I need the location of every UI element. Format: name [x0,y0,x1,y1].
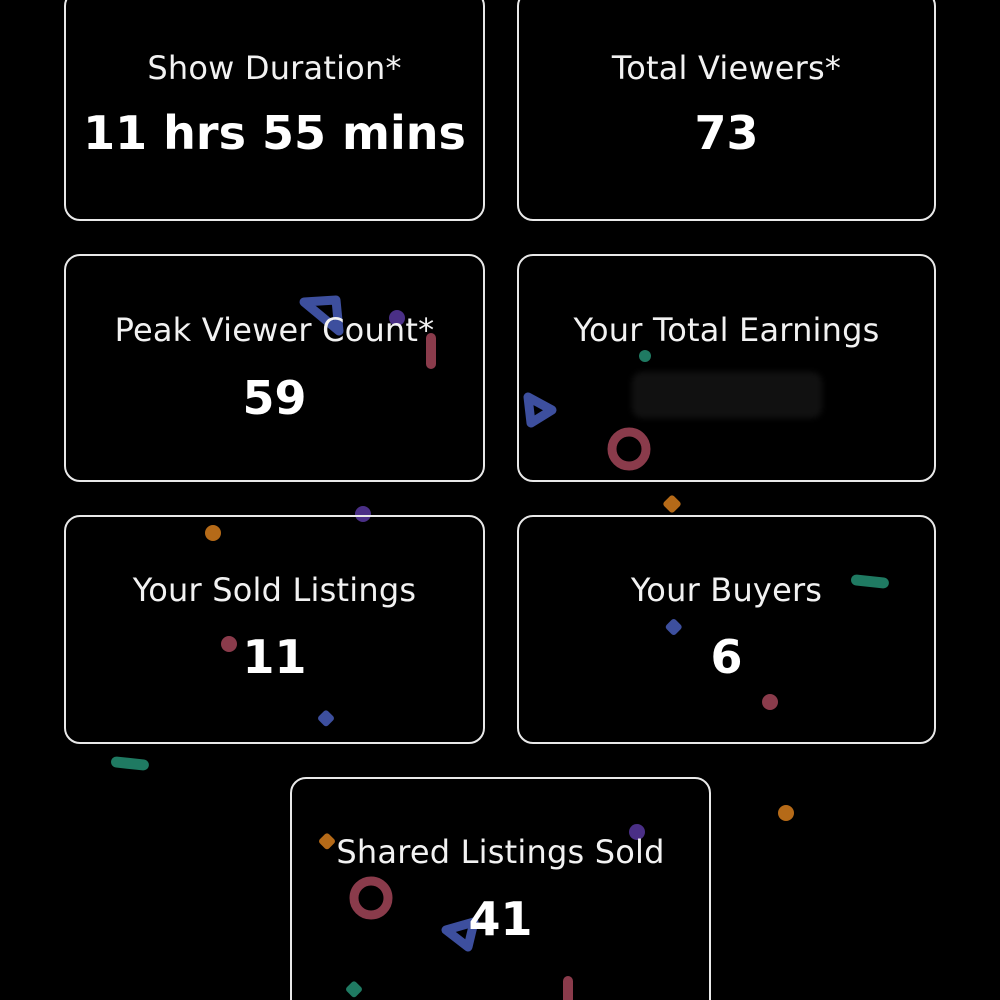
stat-label: Your Sold Listings [132,571,417,609]
stat-value: 41 [468,892,533,946]
stat-value: 11 [242,630,307,684]
stat-value: 6 [710,630,743,684]
stat-card-show-duration: Show Duration* 11 hrs 55 mins [64,0,485,221]
confetti-diamond [663,495,681,513]
stat-card-total-viewers: Total Viewers* 73 [517,0,936,221]
confetti-pill [111,756,149,771]
stat-value: 11 hrs 55 mins [83,106,466,160]
stat-card-buyers: Your Buyers 6 [517,515,936,744]
stat-value: 73 [694,106,759,160]
stat-card-total-earnings: Your Total Earnings [517,254,936,482]
stat-card-shared-listings-sold: Shared Listings Sold 41 [290,777,711,1000]
confetti-dot [778,805,794,821]
stat-label: Your Total Earnings [573,311,880,349]
stat-value: 59 [242,371,307,425]
stat-card-peak-viewer-count: Peak Viewer Count* 59 [64,254,485,482]
show-summary-screen: Show Duration* 11 hrs 55 mins Total View… [0,0,1000,1000]
stat-label: Show Duration* [147,49,402,87]
stat-label: Total Viewers* [611,49,842,87]
stat-label: Your Buyers [630,571,823,609]
stat-label: Peak Viewer Count* [114,311,435,349]
stat-card-sold-listings: Your Sold Listings 11 [64,515,485,744]
stat-label: Shared Listings Sold [336,833,665,871]
hidden-earnings-value [631,372,822,418]
